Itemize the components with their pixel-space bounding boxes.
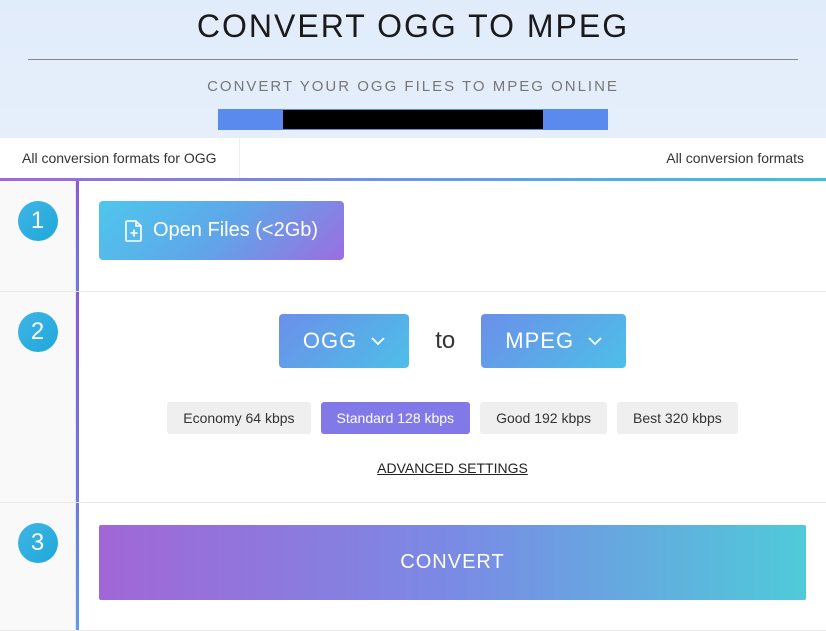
quality-standard[interactable]: Standard 128 kbps — [321, 402, 471, 434]
header: CONVERT OGG TO MPEG CONVERT YOUR OGG FIL… — [0, 0, 826, 130]
step-num-col: 1 — [0, 181, 76, 291]
quality-best[interactable]: Best 320 kbps — [617, 402, 738, 434]
to-label: to — [435, 327, 455, 355]
quality-economy[interactable]: Economy 64 kbps — [167, 402, 310, 434]
quality-row: Economy 64 kbps Standard 128 kbps Good 1… — [99, 402, 806, 434]
step-1: 1 Open Files (<2Gb) — [0, 181, 826, 292]
chevron-down-icon — [371, 337, 385, 346]
format-row: OGG to MPEG — [99, 314, 806, 368]
step-number: 2 — [18, 312, 58, 352]
advanced-settings-link[interactable]: ADVANCED SETTINGS — [99, 460, 806, 476]
step-number: 1 — [18, 201, 58, 241]
divider — [28, 59, 798, 60]
steps-container: 1 Open Files (<2Gb) 2 OGG — [0, 178, 826, 631]
page-subtitle: CONVERT YOUR OGG FILES TO MPEG ONLINE — [0, 78, 826, 95]
step-number: 3 — [18, 523, 58, 563]
to-format-select[interactable]: MPEG — [481, 314, 626, 368]
format-tab-ogg[interactable]: All conversion formats for OGG — [0, 138, 240, 178]
header-ad-inner — [283, 110, 543, 129]
open-files-button[interactable]: Open Files (<2Gb) — [99, 201, 344, 260]
format-tab-spacer — [240, 138, 645, 178]
chevron-down-icon — [588, 337, 602, 346]
header-ad-bar — [218, 109, 608, 130]
from-format-label: OGG — [303, 328, 357, 354]
page-title: CONVERT OGG TO MPEG — [0, 8, 826, 45]
file-add-icon — [125, 220, 143, 242]
to-format-label: MPEG — [505, 328, 574, 354]
step-num-col: 2 — [0, 292, 76, 502]
step-num-col: 3 — [0, 503, 76, 630]
step-2: 2 OGG to MPEG Economy — [0, 292, 826, 503]
open-files-label: Open Files (<2Gb) — [153, 219, 318, 242]
format-tabs: All conversion formats for OGG All conve… — [0, 138, 826, 178]
convert-button[interactable]: CONVERT — [99, 525, 806, 600]
quality-good[interactable]: Good 192 kbps — [480, 402, 607, 434]
from-format-select[interactable]: OGG — [279, 314, 409, 368]
step-content: CONVERT — [79, 503, 826, 630]
step-content: OGG to MPEG Economy 64 kbps Standard 128… — [79, 292, 826, 502]
step-3: 3 CONVERT — [0, 503, 826, 631]
format-tab-right[interactable]: All conversion formats — [644, 138, 826, 178]
step-content: Open Files (<2Gb) — [79, 181, 826, 291]
